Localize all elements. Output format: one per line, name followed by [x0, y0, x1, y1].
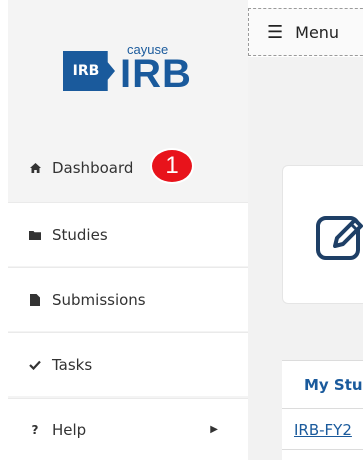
- sidebar-item-submissions[interactable]: Submissions: [8, 267, 248, 331]
- folder-icon: [26, 230, 44, 240]
- sidebar-item-label: Tasks: [52, 355, 93, 374]
- logo-irb-text: IRB: [120, 52, 192, 96]
- edit-icon: [315, 210, 363, 268]
- sidebar-item-label: Submissions: [52, 290, 146, 309]
- dashboard-card[interactable]: [282, 165, 363, 304]
- my-studies-panel: My Stu IRB-FY2: [282, 360, 363, 471]
- sidebar: IRB cayuse IRB Dashboard Studies Submiss…: [8, 0, 248, 460]
- sidebar-item-label: Help: [52, 420, 87, 439]
- hamburger-icon: ☰: [267, 21, 284, 43]
- divider: [282, 449, 363, 450]
- menu-button[interactable]: ☰ Menu: [248, 8, 363, 56]
- file-icon: [26, 293, 44, 306]
- sidebar-item-studies[interactable]: Studies: [8, 202, 248, 266]
- logo-badge: IRB: [63, 51, 115, 91]
- caret-right-icon: ▶: [210, 424, 218, 435]
- home-icon: [26, 163, 44, 173]
- check-icon: [26, 360, 44, 370]
- sidebar-item-tasks[interactable]: Tasks: [8, 332, 248, 396]
- step-callout-badge: 1: [150, 148, 194, 184]
- sidebar-item-dashboard[interactable]: Dashboard: [8, 136, 248, 200]
- sidebar-item-label: Dashboard: [52, 159, 134, 177]
- question-icon: ?: [31, 422, 39, 437]
- panel-title: My Stu: [304, 376, 363, 394]
- study-link[interactable]: IRB-FY2: [294, 421, 352, 439]
- menu-label: Menu: [295, 22, 340, 42]
- divider: [282, 408, 363, 409]
- sidebar-item-help[interactable]: ? Help ▶: [8, 398, 248, 460]
- cayuse-irb-logo[interactable]: IRB cayuse IRB: [63, 42, 203, 102]
- sidebar-item-label: Studies: [52, 225, 108, 244]
